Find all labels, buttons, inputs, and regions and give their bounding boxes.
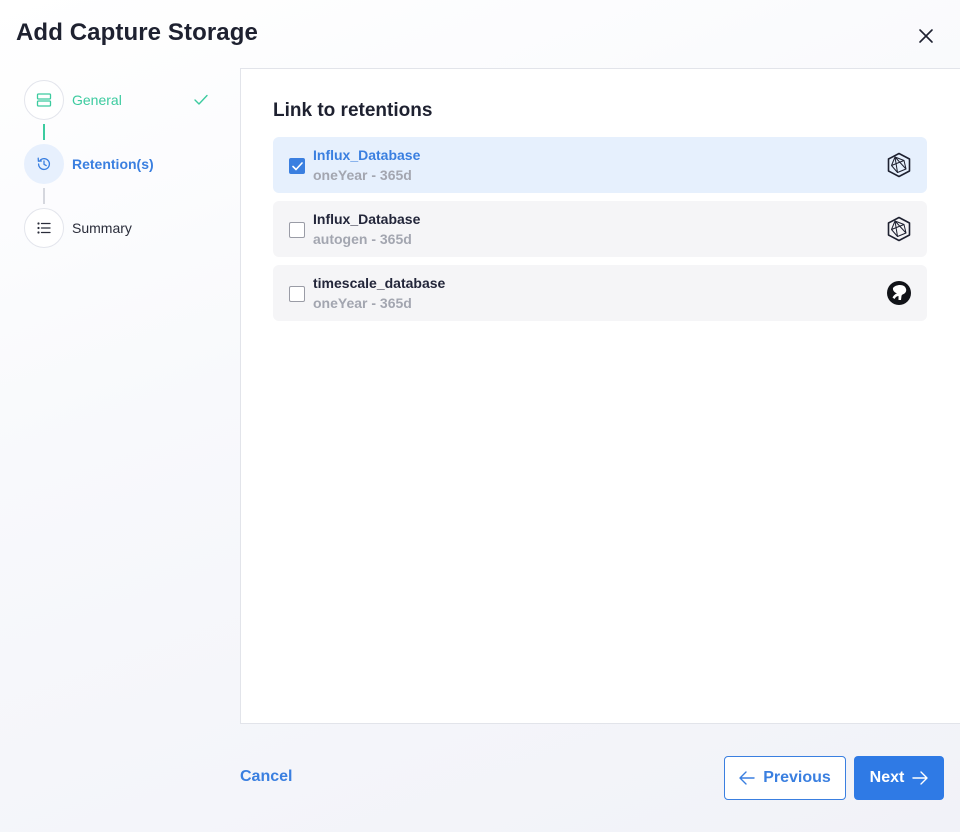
close-icon bbox=[919, 29, 933, 43]
previous-button[interactable]: Previous bbox=[724, 756, 846, 800]
step-general-circle bbox=[24, 80, 64, 120]
retention-item[interactable]: Influx_Database autogen - 365d bbox=[273, 201, 927, 257]
influxdb-icon bbox=[887, 216, 911, 242]
retention-detail: oneYear - 365d bbox=[313, 295, 412, 311]
check-icon bbox=[194, 94, 208, 105]
panel-title: Link to retentions bbox=[273, 100, 433, 121]
retention-detail: oneYear - 365d bbox=[313, 167, 412, 183]
step-summary[interactable]: Summary bbox=[24, 208, 132, 248]
step-connector bbox=[43, 188, 45, 204]
retention-detail: autogen - 365d bbox=[313, 231, 412, 247]
retentions-panel: Link to retentions Influx_Database oneYe… bbox=[240, 68, 960, 724]
step-summary-circle bbox=[24, 208, 64, 248]
storage-icon bbox=[36, 93, 52, 107]
retention-name: Influx_Database bbox=[313, 211, 421, 227]
step-general-label: General bbox=[72, 92, 122, 108]
step-retentions-circle bbox=[24, 144, 64, 184]
retention-item[interactable]: Influx_Database oneYear - 365d bbox=[273, 137, 927, 193]
retention-name: timescale_database bbox=[313, 275, 446, 291]
retention-checkbox[interactable] bbox=[289, 158, 305, 174]
retention-item[interactable]: timescale_database oneYear - 365d bbox=[273, 265, 927, 321]
timescale-icon bbox=[887, 281, 911, 305]
retention-checkbox[interactable] bbox=[289, 222, 305, 238]
step-retentions-label: Retention(s) bbox=[72, 156, 154, 172]
close-button[interactable] bbox=[912, 22, 940, 50]
step-retentions[interactable]: Retention(s) bbox=[24, 144, 154, 184]
next-label: Next bbox=[869, 769, 905, 786]
previous-label: Previous bbox=[763, 769, 831, 786]
next-button[interactable]: Next bbox=[854, 756, 944, 800]
arrow-left-icon bbox=[739, 771, 755, 785]
retention-name: Influx_Database bbox=[313, 147, 421, 163]
history-icon bbox=[37, 157, 51, 171]
checkmark-icon bbox=[291, 161, 303, 170]
step-connector bbox=[43, 124, 45, 140]
arrow-right-icon bbox=[912, 771, 929, 785]
step-general[interactable]: General bbox=[24, 80, 122, 120]
influxdb-icon bbox=[887, 152, 911, 178]
step-summary-label: Summary bbox=[72, 220, 132, 236]
dialog-title: Add Capture Storage bbox=[16, 19, 258, 46]
list-icon bbox=[37, 222, 51, 234]
cancel-button[interactable]: Cancel bbox=[240, 768, 292, 786]
retention-checkbox[interactable] bbox=[289, 286, 305, 302]
add-capture-storage-dialog: Add Capture Storage General Retention(s) bbox=[0, 0, 960, 832]
